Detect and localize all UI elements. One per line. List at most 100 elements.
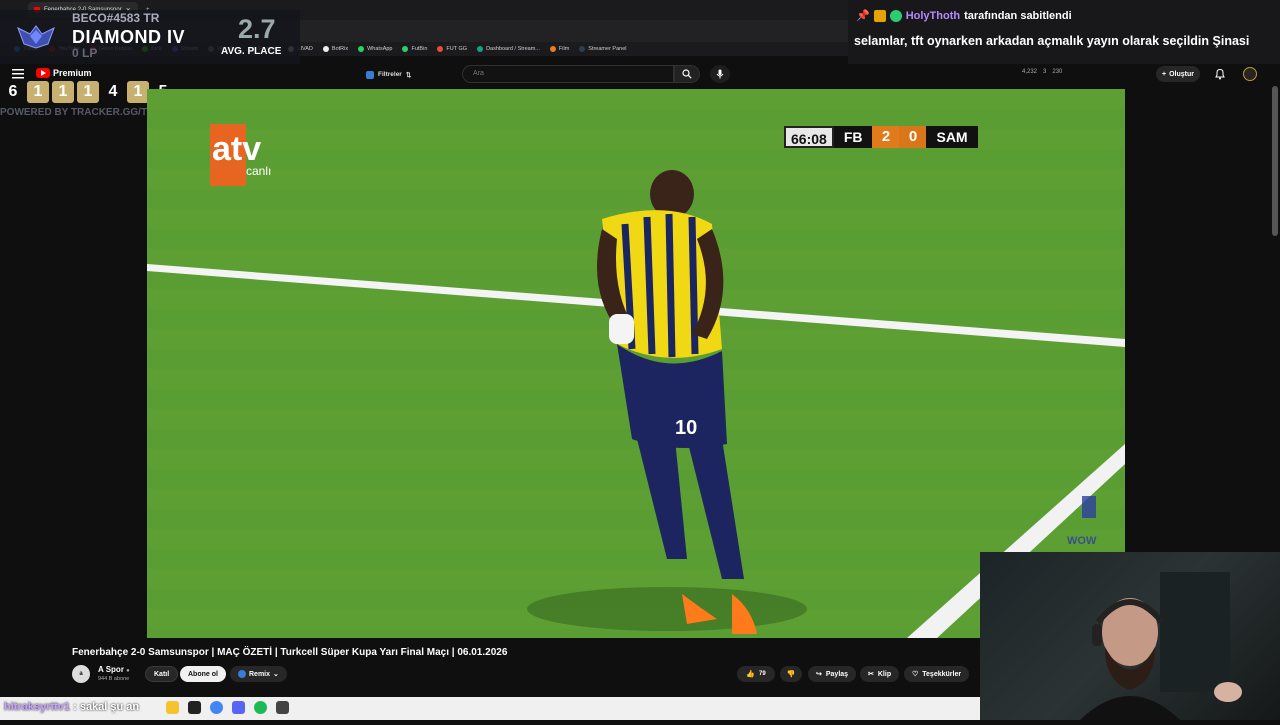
channel-name[interactable]: A Spor ● <box>98 665 130 674</box>
spotify-taskbar-icon[interactable] <box>254 701 267 714</box>
remix-icon <box>238 670 246 678</box>
stat-viewers: 4,232 <box>1022 69 1038 75</box>
like-button[interactable]: 👍 79 <box>737 666 775 682</box>
bookmark-favicon-icon <box>322 46 329 52</box>
search-input[interactable]: Ara <box>462 65 674 83</box>
webcam-frame <box>1080 572 1242 720</box>
clip-button[interactable]: ✂ Klip <box>860 666 900 682</box>
ticker-user: hitraksyrttv1 <box>4 701 71 713</box>
dislike-button[interactable]: 👎 <box>780 666 802 682</box>
away-score: 0 <box>899 126 927 148</box>
svg-text:WOW: WOW <box>1067 535 1097 547</box>
bookmark-label: Dashboard / Stream... <box>486 46 540 52</box>
pinned-by-user[interactable]: HolyThoth <box>906 10 960 22</box>
avg-place-label: AVG. PLACE <box>221 46 282 57</box>
placement-badge: 1 <box>77 81 99 103</box>
chevron-down-icon: ⌄ <box>273 671 279 678</box>
like-count: 79 <box>759 671 766 677</box>
crown-badge-icon <box>873 9 886 22</box>
summoner-name: BECO#4583 TR <box>72 11 160 25</box>
bookmark-label: Streamer Panel <box>588 46 627 52</box>
bookmark-label: FutBin <box>411 46 428 52</box>
video-player[interactable]: 10 WOW <box>147 89 1125 638</box>
verified-badge-icon <box>889 9 902 22</box>
bookmark-item[interactable]: FutBin <box>402 46 427 52</box>
subscribe-button[interactable]: Abone ol <box>180 666 226 682</box>
stat-2: 3 <box>1043 69 1047 75</box>
youtube-logo-label: Premium <box>53 68 92 78</box>
voice-search-button[interactable] <box>710 65 730 83</box>
away-team: SAM <box>926 126 978 148</box>
ticker-message: : sakal şu an <box>73 701 140 713</box>
thumbs-down-icon: 👎 <box>786 671 796 678</box>
bookmark-favicon-icon <box>437 46 444 52</box>
plus-icon: + <box>1162 70 1167 78</box>
bookmark-label: WhatsApp <box>367 46 393 52</box>
bookmark-label: FUT GG <box>446 46 468 52</box>
hamburger-menu-icon[interactable] <box>12 69 24 79</box>
youtube-play-icon <box>36 68 50 78</box>
rank-label: DIAMOND IV <box>72 27 185 47</box>
broadcaster-logo: atv canlı <box>210 124 286 186</box>
heart-dollar-icon: ♡ <box>912 671 919 678</box>
sliders-icon: ⇅ <box>405 71 412 79</box>
bookmark-favicon-icon <box>579 46 586 52</box>
app-taskbar-icon[interactable] <box>188 701 201 714</box>
chrome-taskbar-icon[interactable] <box>210 701 223 714</box>
thanks-label: Teşekkürler <box>922 670 962 678</box>
subscriber-count: 944 B abone <box>98 676 130 682</box>
bookmark-item[interactable]: Film <box>549 46 570 52</box>
filters-button[interactable]: Filtreler ⇅ <box>366 68 411 81</box>
search-icon <box>682 69 692 79</box>
bookmark-item[interactable]: Streamer Panel <box>579 46 627 52</box>
share-button[interactable]: ↪ Paylaş <box>808 666 857 682</box>
taskbar <box>0 697 980 720</box>
bookmark-item[interactable]: FUT GG <box>437 46 467 52</box>
bookmark-favicon-icon <box>358 46 365 52</box>
thanks-button[interactable]: ♡ Teşekkürler <box>904 666 970 682</box>
pin-icon: 📌 <box>856 10 870 22</box>
placement-badge: 6 <box>8 83 18 100</box>
channel-avatar[interactable]: a <box>72 665 90 683</box>
channel-name-label: A Spor <box>98 665 124 674</box>
placement-badge: 1 <box>52 81 74 103</box>
clip-label: Klip <box>877 670 892 678</box>
bookmark-item[interactable]: Dashboard / Stream... <box>477 46 540 52</box>
join-button[interactable]: Katıl <box>145 666 179 682</box>
bookmark-item[interactable]: BotRix <box>322 46 348 52</box>
notifications-bell-icon[interactable] <box>1214 68 1226 80</box>
create-button[interactable]: + Oluştur <box>1156 66 1200 82</box>
folder-taskbar-icon[interactable] <box>166 701 179 714</box>
broadcaster-live-label: canlı <box>246 164 272 178</box>
stat-3: 230 <box>1052 69 1063 75</box>
powered-by-label: POWERED BY TRACKER.GG/TFT <box>0 107 160 118</box>
bookmark-favicon-icon <box>549 46 556 52</box>
bookmark-label: Film <box>558 46 570 52</box>
discord-taskbar-icon[interactable] <box>232 701 245 714</box>
share-label: Paylaş <box>825 670 849 678</box>
scissors-icon: ✂ <box>868 671 874 678</box>
placement-badge: 4 <box>108 83 118 100</box>
remix-button[interactable]: Remix ⌄ <box>230 666 287 682</box>
diamond-rank-icon <box>17 25 55 49</box>
remix-label: Remix <box>249 670 271 678</box>
filter-icon <box>366 70 374 79</box>
placement-badge: 1 <box>127 81 149 103</box>
bookmark-favicon-icon <box>402 46 409 52</box>
page-scrollbar[interactable] <box>1272 86 1278 236</box>
avg-place-value: 2.7 <box>238 14 276 44</box>
streamer-webcam <box>980 552 1280 720</box>
obs-taskbar-icon[interactable] <box>276 701 289 714</box>
youtube-premium-logo[interactable]: Premium <box>36 68 92 78</box>
pinned-by-text: tarafından sabitlendi <box>964 9 1072 22</box>
filters-label: Filtreler <box>378 71 402 78</box>
account-avatar[interactable] <box>1243 67 1257 81</box>
pinned-message: selamlar, tft oynarken arkadan açmalık y… <box>854 34 1250 48</box>
microphone-icon <box>716 69 724 79</box>
search-button[interactable] <box>674 65 700 83</box>
share-icon: ↪ <box>816 671 822 678</box>
bookmark-item[interactable]: WhatsApp <box>358 46 392 52</box>
verified-check-icon: ● <box>126 668 130 674</box>
video-frame: 10 WOW <box>147 89 1125 638</box>
svg-text:10: 10 <box>675 417 697 439</box>
